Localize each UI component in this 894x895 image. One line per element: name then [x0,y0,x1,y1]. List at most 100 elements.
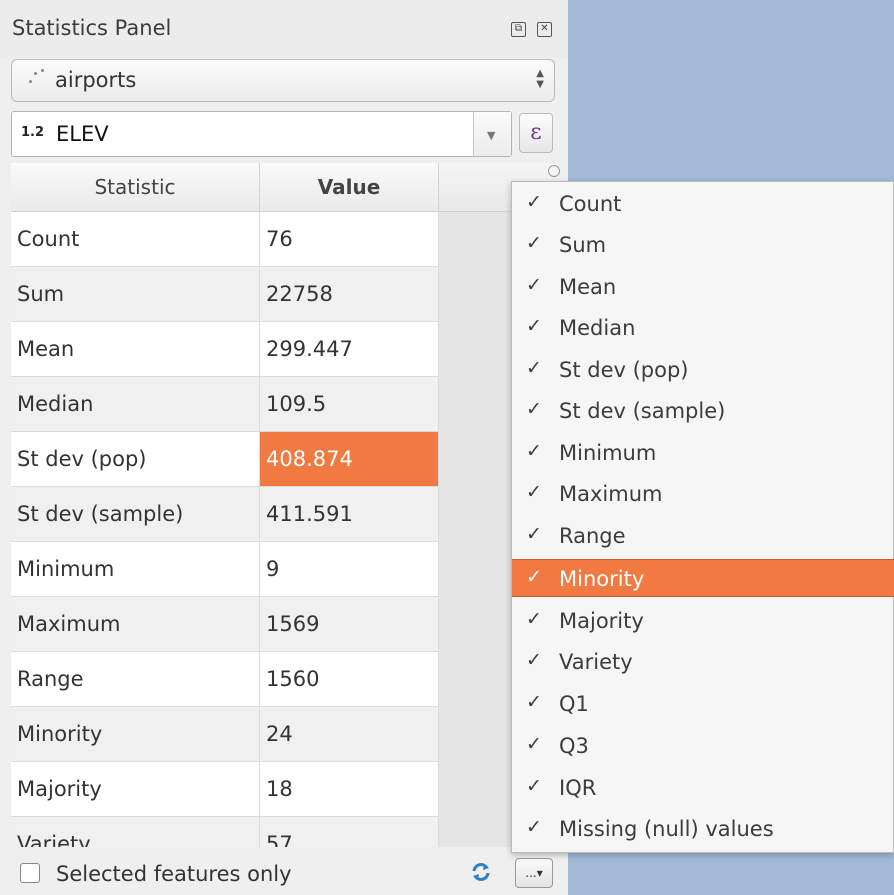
menu-item-label: Range [559,524,626,548]
table-row[interactable]: Minority 24 [11,707,439,762]
checkmark-icon: ✓ [526,816,542,838]
menu-item[interactable]: ✓ Minimum [512,434,894,472]
statistic-cell[interactable]: Count [11,212,260,267]
menu-item[interactable]: ✓ Mean [512,268,894,306]
menu-item-label: Count [559,192,622,216]
menu-item-label: Maximum [559,482,663,506]
checkmark-icon: ✓ [526,191,542,213]
table-row[interactable]: Range 1560 [11,652,439,707]
statistic-cell[interactable]: Minority [11,707,260,762]
menu-item-label: Majority [559,609,644,633]
statistics-menu-button[interactable]: ...▾ [515,858,553,888]
refresh-icon[interactable] [470,861,492,883]
column-header-statistic[interactable]: Statistic [11,163,260,212]
checkmark-icon: ✓ [526,357,542,379]
layer-combobox[interactable]: airports ▲ ▼ [11,59,555,102]
menu-item[interactable]: ✓ Missing (null) values [512,810,894,848]
field-dropdown-button[interactable]: ▼ [473,112,511,156]
checkmark-icon: ✓ [526,523,542,545]
table-row[interactable]: Count 76 [11,212,439,267]
point-layer-icon [26,68,46,88]
menu-item-label: Minority [559,567,645,591]
menu-item[interactable]: ✓ St dev (pop) [512,351,894,389]
menu-item[interactable]: ✓ Range [512,517,894,555]
table-row[interactable]: St dev (pop) 408.874 [11,432,439,487]
layer-name: airports [55,68,137,92]
menu-item[interactable]: ✓ Minority [512,559,894,597]
statistic-cell[interactable]: Majority [11,762,260,817]
statistic-cell[interactable]: St dev (sample) [11,487,260,542]
checkmark-icon: ✓ [526,440,542,462]
statistic-cell[interactable]: Range [11,652,260,707]
value-cell[interactable]: 9 [260,542,439,597]
menu-item-label: St dev (pop) [559,358,689,382]
statistic-cell[interactable]: Sum [11,267,260,322]
table-row[interactable]: Minimum 9 [11,542,439,597]
value-cell[interactable]: 299.447 [260,322,439,377]
table-row[interactable]: Majority 18 [11,762,439,817]
menu-item-label: St dev (sample) [559,399,726,423]
table-row[interactable]: Sum 22758 [11,267,439,322]
table-row[interactable]: Mean 299.447 [11,322,439,377]
menu-item[interactable]: ✓ Variety [512,643,894,681]
table-header: Statistic Value [11,163,439,212]
table-row[interactable]: St dev (sample) 411.591 [11,487,439,542]
menu-item[interactable]: ✓ Sum [512,226,894,264]
selected-only-label: Selected features only [56,862,292,886]
close-icon[interactable]: ✕ [537,22,552,37]
checkmark-icon: ✓ [526,481,542,503]
statistic-cell[interactable]: St dev (pop) [11,432,260,487]
table-body: Count 76 Sum 22758 Mean 299.447 Median 109.5 St … [11,212,439,847]
table-row[interactable]: Maximum 1569 [11,597,439,652]
panel-title: Statistics Panel [12,16,172,40]
checkmark-icon: ✓ [526,649,542,671]
menu-item[interactable]: ✓ Q3 [512,727,894,765]
value-cell[interactable]: 109.5 [260,377,439,432]
panel-footer: Selected features only ...▾ [0,848,568,895]
column-header-value[interactable]: Value [260,163,439,212]
checkmark-icon: ✓ [526,566,542,588]
menu-item[interactable]: ✓ Count [512,185,894,223]
menu-item[interactable]: ✓ St dev (sample) [512,392,894,430]
table-row[interactable]: Median 109.5 [11,377,439,432]
menu-item-label: Sum [559,233,607,257]
statistic-cell[interactable]: Minimum [11,542,260,597]
value-cell[interactable]: 1560 [260,652,439,707]
value-cell[interactable]: 76 [260,212,439,267]
selected-only-checkbox[interactable] [20,863,40,883]
value-cell[interactable]: 408.874 [260,432,439,487]
menu-item[interactable]: ✓ IQR [512,769,894,807]
checkmark-icon: ✓ [526,398,542,420]
menu-item-label: Q3 [559,734,589,758]
statistics-panel: Statistics Panel ⧉ ✕ airports ▲ ▼ 1.2 ELE… [0,0,568,895]
checkmark-icon: ✓ [526,315,542,337]
value-cell[interactable]: 24 [260,707,439,762]
value-cell[interactable]: 1569 [260,597,439,652]
checkmark-icon: ✓ [526,274,542,296]
menu-item-label: Median [559,316,636,340]
menu-item[interactable]: ✓ Median [512,309,894,347]
statistic-cell[interactable]: Maximum [11,597,260,652]
value-cell[interactable]: 22758 [260,267,439,322]
statistic-cell[interactable]: Variety [11,817,260,847]
checkmark-icon: ✓ [526,232,542,254]
value-cell[interactable]: 411.591 [260,487,439,542]
checkmark-icon: ✓ [526,608,542,630]
statistic-cell[interactable]: Median [11,377,260,432]
float-icon[interactable]: ⧉ [511,22,526,37]
menu-item-label: Mean [559,275,617,299]
menu-item[interactable]: ✓ Q1 [512,685,894,723]
menu-item-label: Missing (null) values [559,817,774,841]
menu-item[interactable]: ✓ Majority [512,602,894,640]
expression-button[interactable]: ε [519,113,553,153]
value-cell[interactable]: 57 [260,817,439,847]
checkmark-icon: ✓ [526,775,542,797]
value-cell[interactable]: 18 [260,762,439,817]
statistic-cell[interactable]: Mean [11,322,260,377]
menu-item-label: Variety [559,650,633,674]
menu-item[interactable]: ✓ Maximum [512,475,894,513]
statistics-selection-menu: ✓ Count ✓ Sum ✓ Mean ✓ Median ✓ St dev (pop) ✓ St d… [511,181,894,853]
field-combobox[interactable]: 1.2 ELEV ▼ [11,111,512,157]
table-row[interactable]: Variety 57 [11,817,439,847]
decimal-type-icon: 1.2 [21,125,45,140]
